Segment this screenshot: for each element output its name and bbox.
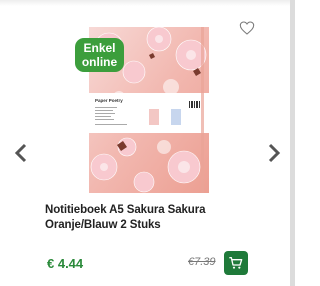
online-only-badge: Enkel online bbox=[75, 38, 124, 72]
chevron-left-icon[interactable] bbox=[12, 142, 30, 164]
old-price: €7.39 bbox=[188, 256, 216, 268]
add-to-cart-button[interactable] bbox=[224, 251, 248, 275]
scrollbar-thumb[interactable] bbox=[290, 0, 295, 286]
product-card[interactable]: Paper Poetry Enkel online Notitieboek A5… bbox=[0, 0, 295, 286]
scrollbar-track[interactable] bbox=[290, 0, 295, 286]
product-price: € 4.44 bbox=[47, 256, 84, 271]
badge-line-2: online bbox=[81, 55, 118, 69]
chevron-right-icon[interactable] bbox=[265, 142, 283, 164]
cart-icon bbox=[229, 257, 243, 269]
badge-line-1: Enkel bbox=[83, 41, 116, 55]
product-title[interactable]: Notitieboek A5 Sakura Sakura Oranje/Blau… bbox=[45, 203, 245, 233]
top-divider bbox=[0, 0, 295, 6]
heart-outline-icon[interactable] bbox=[239, 20, 255, 36]
svg-text:Paper Poetry: Paper Poetry bbox=[95, 98, 123, 103]
